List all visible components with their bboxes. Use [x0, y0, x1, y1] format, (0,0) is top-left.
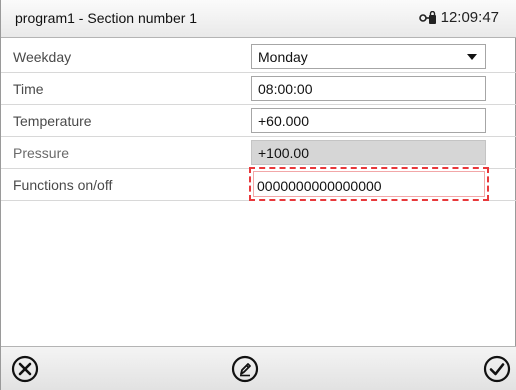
title-bar: program1 - Section number 1 12:09:47 — [1, 0, 516, 38]
footer-toolbar — [1, 346, 516, 390]
temperature-label: Temperature — [13, 113, 92, 129]
pressure-field: +100.00 — [251, 140, 486, 165]
temperature-input[interactable]: +60.000 — [251, 108, 486, 133]
clock: 12:09:47 — [418, 9, 499, 26]
checkmark-circle-icon — [483, 355, 511, 383]
pressure-label: Pressure — [13, 145, 70, 161]
row-functions: Functions on/off 0000000000000000 — [1, 167, 516, 201]
clock-time: 12:09:47 — [440, 9, 499, 26]
weekday-value: Monday — [258, 49, 308, 65]
functions-value: 0000000000000000 — [257, 178, 382, 194]
cancel-button[interactable] — [11, 355, 39, 383]
functions-label: Functions on/off — [13, 177, 113, 193]
chevron-down-icon — [467, 54, 477, 60]
time-value: 08:00:00 — [258, 81, 313, 97]
weekday-label: Weekday — [13, 49, 72, 65]
time-label: Time — [13, 81, 44, 97]
time-input[interactable]: 08:00:00 — [251, 76, 486, 101]
confirm-button[interactable] — [483, 355, 511, 383]
pressure-value: +100.00 — [258, 145, 309, 161]
page-title: program1 - Section number 1 — [15, 10, 198, 26]
temperature-value: +60.000 — [258, 113, 309, 129]
weekday-select[interactable]: Monday — [251, 44, 486, 69]
row-pressure: Pressure +100.00 — [1, 137, 516, 169]
row-weekday: Weekday Monday — [1, 41, 516, 73]
close-circle-icon — [11, 355, 39, 383]
functions-input[interactable]: 0000000000000000 — [249, 167, 489, 201]
window-frame: program1 - Section number 1 12:09:47 Wee… — [0, 0, 516, 390]
pencil-circle-icon — [231, 355, 259, 383]
row-time: Time 08:00:00 — [1, 73, 516, 105]
row-temperature: Temperature +60.000 — [1, 105, 516, 137]
parameter-list: Weekday Monday Time 08:00:00 Temperature… — [1, 41, 516, 201]
edit-button[interactable] — [231, 355, 259, 383]
key-lock-icon — [418, 10, 437, 25]
